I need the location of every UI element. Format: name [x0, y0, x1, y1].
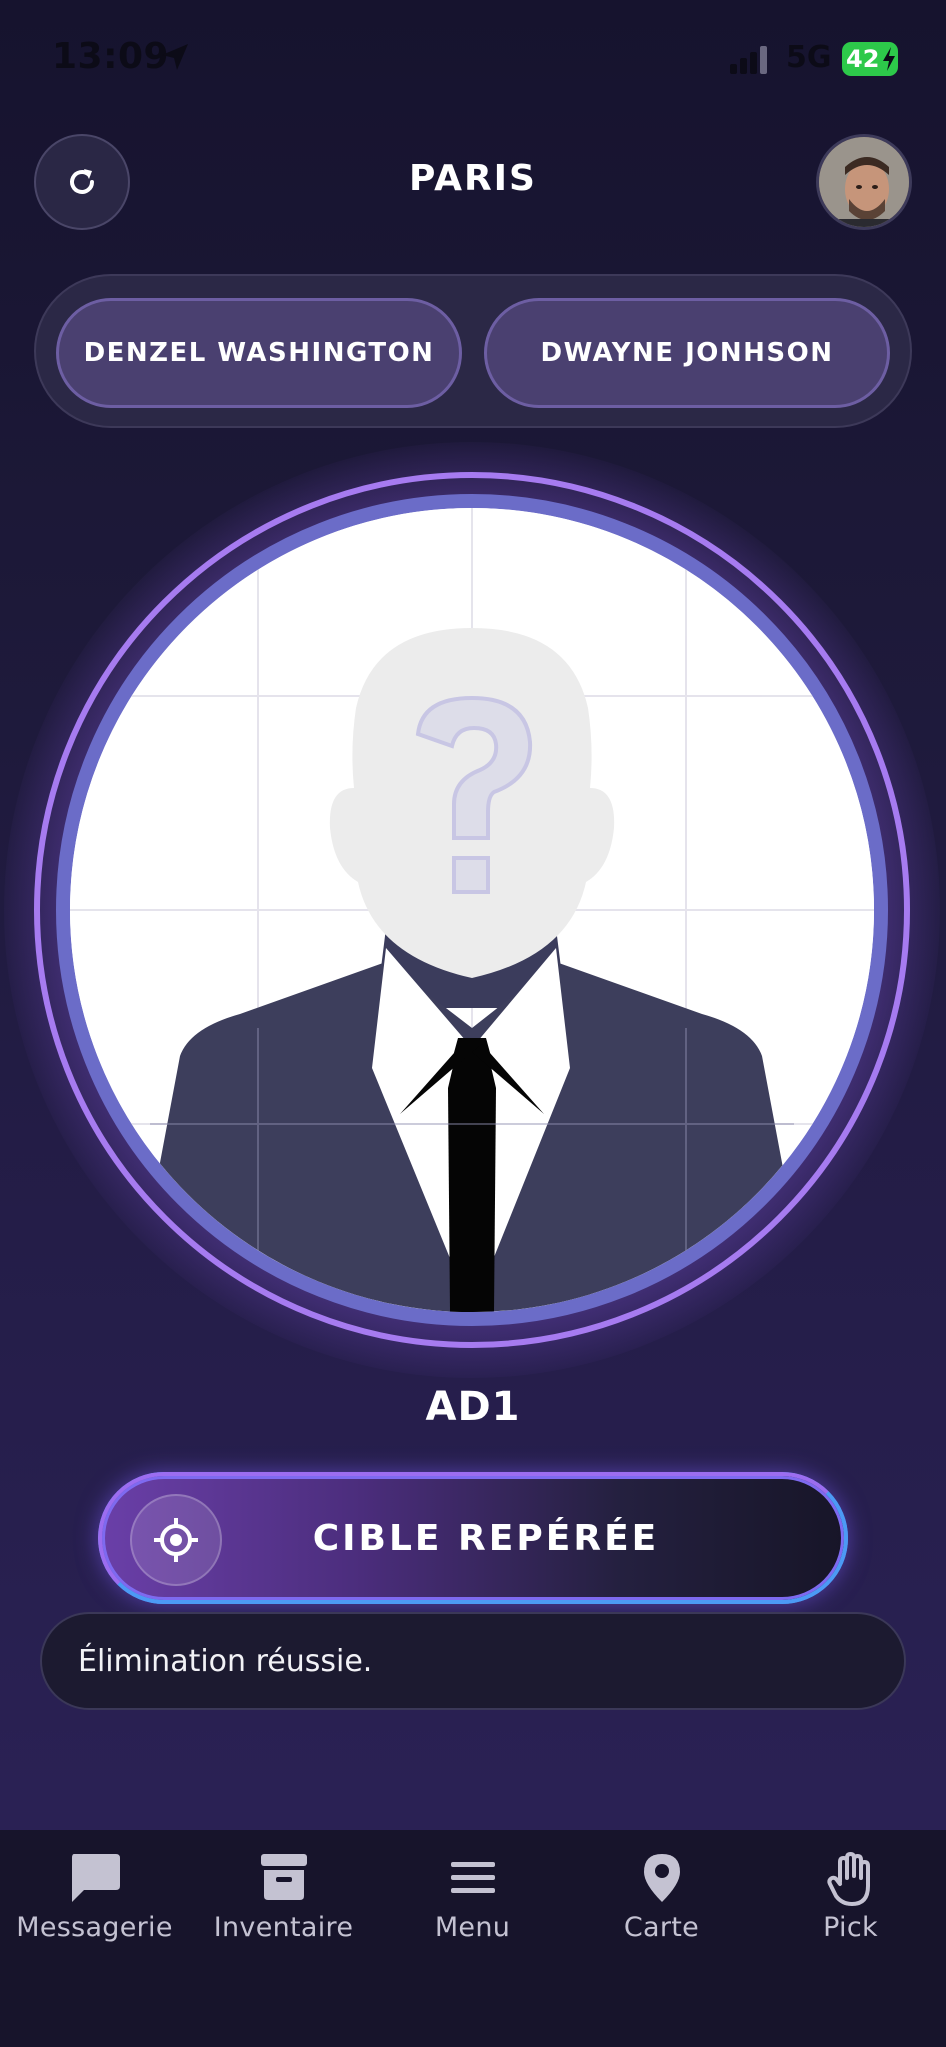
- user-avatar[interactable]: [816, 134, 912, 230]
- battery-level: 42: [846, 45, 880, 73]
- crosshair-icon-badge: [130, 1494, 222, 1586]
- nav-label-inventaire: Inventaire: [213, 1912, 354, 1943]
- network-type: 5G: [786, 40, 832, 75]
- status-time: 13:09: [52, 36, 170, 77]
- nav-label-menu: Menu: [434, 1912, 511, 1943]
- target-portrait: [4, 442, 940, 1378]
- targets-panel: DENZEL WASHINGTON DWAYNE JONHSON: [34, 274, 912, 428]
- nav-item-pick[interactable]: Pick: [756, 1830, 945, 1970]
- bottom-nav: Messagerie Inventaire Menu Carte Pick: [0, 1830, 946, 2047]
- battery-indicator: 42: [842, 42, 898, 76]
- city-title: PARIS: [409, 158, 537, 199]
- nav-label-carte: Carte: [623, 1912, 700, 1943]
- nav-label-pick: Pick: [823, 1912, 878, 1943]
- nav-item-messagerie[interactable]: Messagerie: [0, 1830, 189, 1970]
- target-chip-1[interactable]: DENZEL WASHINGTON: [56, 298, 462, 408]
- status-bar: 13:09 5G 42: [0, 0, 946, 120]
- nav-item-inventaire[interactable]: Inventaire: [189, 1830, 378, 1970]
- status-message-text: Élimination réussie.: [78, 1643, 373, 1679]
- nav-label-messagerie: Messagerie: [16, 1912, 173, 1943]
- crosshair-icon: [154, 1518, 198, 1562]
- status-message: Élimination réussie.: [40, 1612, 906, 1710]
- location-arrow-icon: [162, 44, 188, 70]
- nav-item-carte[interactable]: Carte: [567, 1830, 756, 1970]
- map-pin-icon: [643, 1854, 680, 1902]
- hamburger-menu-icon: [450, 1862, 495, 1893]
- signal-icon: [730, 46, 767, 74]
- portrait-frame: [56, 494, 888, 1326]
- nav-item-menu[interactable]: Menu: [378, 1830, 567, 1970]
- target-chip-2[interactable]: DWAYNE JONHSON: [484, 298, 890, 408]
- avatar-face: [819, 137, 909, 227]
- chat-bubble-icon: [71, 1854, 120, 1902]
- unknown-person-icon: [70, 508, 874, 1312]
- hand-icon: [826, 1852, 870, 1906]
- archive-box-icon: [260, 1854, 307, 1900]
- agent-code-name: AD1: [425, 1384, 521, 1430]
- target-spotted-label: CIBLE REPÉRÉE: [312, 1517, 660, 1559]
- charging-bolt-icon: [883, 47, 895, 71]
